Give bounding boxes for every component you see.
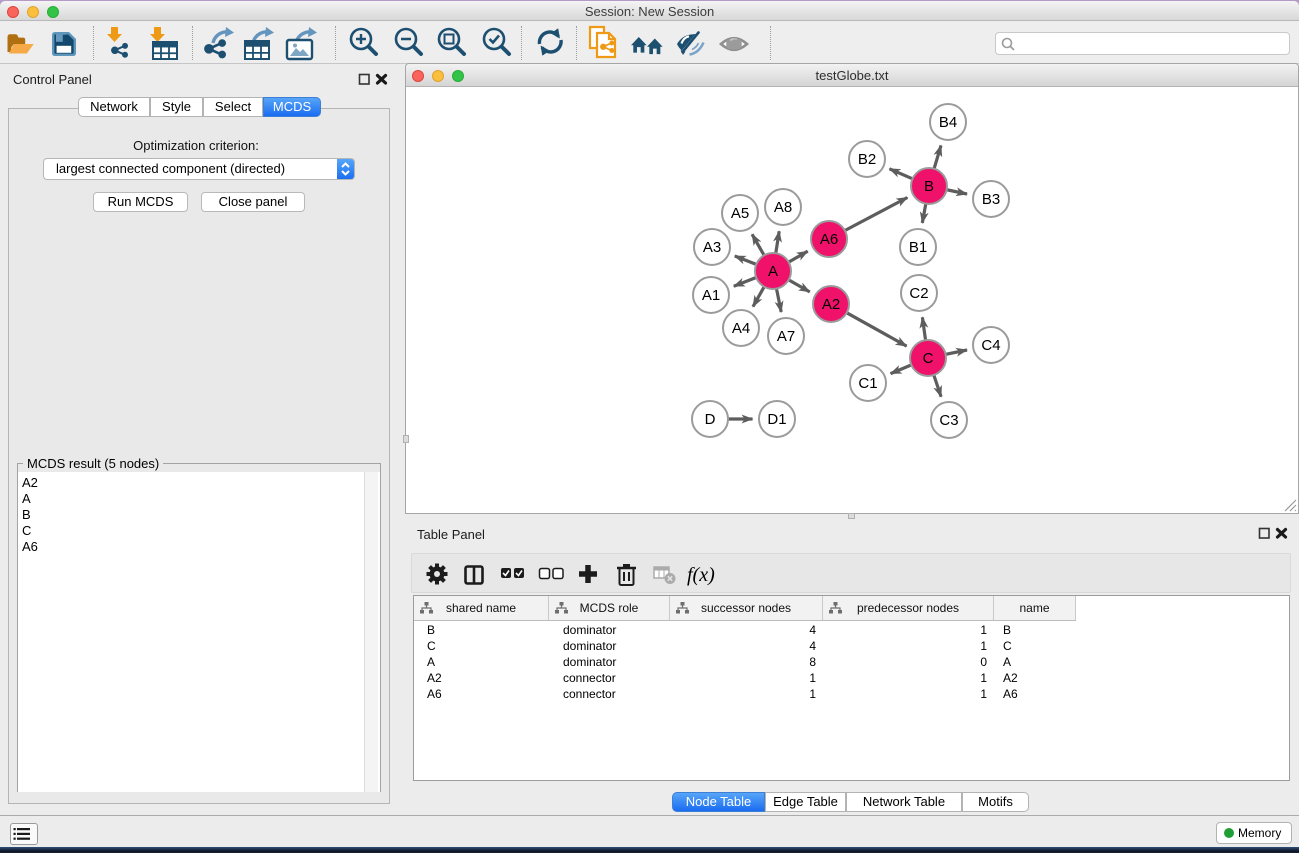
svg-text:B1: B1 bbox=[909, 239, 927, 256]
svg-text:C3: C3 bbox=[939, 412, 958, 429]
svg-text:B4: B4 bbox=[939, 114, 957, 131]
svg-text:A8: A8 bbox=[774, 199, 792, 216]
svg-text:A2: A2 bbox=[822, 296, 840, 313]
svg-text:B: B bbox=[924, 178, 934, 195]
svg-text:A1: A1 bbox=[702, 287, 720, 304]
svg-text:f(x): f(x) bbox=[687, 564, 715, 586]
svg-text:A7: A7 bbox=[777, 328, 795, 345]
svg-text:C: C bbox=[923, 350, 934, 367]
svg-text:D1: D1 bbox=[767, 411, 786, 428]
svg-text:A5: A5 bbox=[731, 205, 749, 222]
svg-text:C2: C2 bbox=[909, 285, 928, 302]
svg-text:C4: C4 bbox=[981, 337, 1000, 354]
svg-text:A6: A6 bbox=[820, 231, 838, 248]
svg-text:A4: A4 bbox=[732, 320, 750, 337]
svg-text:D: D bbox=[705, 411, 716, 428]
svg-text:C1: C1 bbox=[858, 375, 877, 392]
svg-text:A: A bbox=[768, 263, 778, 280]
svg-text:B2: B2 bbox=[858, 151, 876, 168]
svg-text:B3: B3 bbox=[982, 191, 1000, 208]
svg-text:A3: A3 bbox=[703, 239, 721, 256]
